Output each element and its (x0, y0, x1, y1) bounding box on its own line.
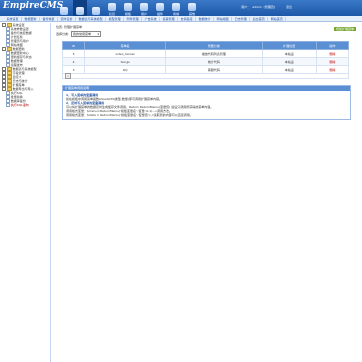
delete-link[interactable]: 删除 (315, 49, 350, 58)
column-header: 操作 (315, 41, 350, 50)
subnav-link[interactable]: 网站首页 (268, 16, 287, 21)
table-cell: 本站设 (261, 57, 317, 66)
shop-icon (172, 3, 180, 11)
column-header: 所属分类 (165, 41, 263, 50)
template-nav-button[interactable]: 模板 (121, 0, 135, 16)
table-cell: 5 (61, 49, 86, 58)
logo[interactable]: EmpireCMS (3, 1, 63, 11)
column-header: 扩展位置 (261, 41, 317, 50)
subnav-link[interactable]: 投票管理 (160, 16, 179, 21)
sidebar-tree: 系统设置 系统参数设置 备份与恢复数据 计划任务 管理员与用户 网站地图 数据更新 数据更新中… (0, 23, 51, 362)
table-cell: 播放代码列表管理 (165, 49, 263, 58)
table-cell: video_Server (84, 49, 167, 58)
table-cell: Songs (84, 57, 167, 66)
filter-label: 选择分类: (56, 31, 70, 36)
column-header: ID (61, 41, 86, 50)
info-icon (92, 7, 100, 15)
menu-table: ID 菜单名 所属分类 扩展位置 操作 5 video_Server 播放代码列表管理 本站设… (61, 41, 350, 74)
column-nav-button[interactable]: 栏目 (105, 0, 119, 16)
subnav-link[interactable]: 友情链接 (178, 16, 197, 21)
subnav-link[interactable]: 网站地图 (214, 16, 233, 21)
subnav-link[interactable]: 数据表与系统模型 (76, 16, 107, 21)
table-cell: 统计代码 (165, 57, 263, 66)
subnav-link[interactable]: 系统设置 (4, 16, 23, 21)
chevron-down-icon: ▾ (97, 31, 100, 36)
subnav-link[interactable]: 广告系统 (142, 16, 161, 21)
user-nav-button[interactable]: 用户 (137, 0, 151, 16)
filter-bar: 选择分类: 我的常用菜单 ▾ (56, 30, 356, 37)
table-row: 4 Songs 统计代码 本站设 删除 (61, 57, 350, 66)
subnav-link[interactable]: 模型管理 (106, 16, 125, 21)
category-select[interactable]: 我的常用菜单 ▾ (71, 30, 102, 37)
plugin-nav-button[interactable]: 插件 (153, 0, 167, 16)
system-icon (76, 7, 84, 15)
page-button[interactable]: » (65, 73, 71, 79)
sidebar-item-label: 执行SQL语句 (10, 103, 29, 107)
notice-body: 1、写入菜单的变量调用 如在模板中调用菜单函数showGCM(类型,数量)即可调用… (63, 91, 350, 119)
add-menu-button[interactable]: 增加扩展菜单 (333, 27, 356, 31)
usage-notice: 扩展菜单调用说明 1、写入菜单的变量调用 如在模板中调用菜单函数showGCM(类… (62, 85, 351, 120)
table-row: 5 video_Server 播放代码列表管理 本站设 删除 (61, 49, 350, 58)
table-footer: » (62, 73, 349, 79)
table-cell: 本站设 (261, 49, 317, 58)
plugin-icon (156, 3, 164, 11)
other-icon (188, 3, 196, 11)
delete-link[interactable]: 删除 (315, 57, 350, 66)
logout-link[interactable]: 退出 (286, 5, 292, 9)
info-nav-button[interactable] (89, 0, 103, 16)
subnav-link[interactable]: 数据更新 (22, 16, 41, 21)
document-icon (6, 102, 10, 108)
shop-nav-button[interactable]: 商城 (169, 0, 183, 16)
subnav-link[interactable]: 后台首页 (250, 16, 269, 21)
table-cell: 4 (61, 57, 86, 66)
top-icon-bar: 栏目 模板 用户 插件 商城 其他 (57, 0, 199, 16)
table-cell: 本站设 (261, 65, 317, 74)
subnav-link[interactable]: 日志管理 (232, 16, 251, 21)
subnav-link[interactable]: 备份恢复 (40, 16, 59, 21)
user-info: 用户： admin [管理员] (241, 5, 275, 9)
username: admin (252, 5, 262, 9)
column-header: 菜单名 (84, 41, 167, 50)
table-cell: 客服代码 (165, 65, 263, 74)
home-nav-button[interactable] (57, 0, 71, 16)
table-cell: QQ (84, 65, 167, 74)
delete-link[interactable]: 删除 (315, 65, 350, 74)
sub-navigation: 系统设置 数据更新 备份恢复 定时任务 数据表与系统模型 模型管理 附件管理 广告系统 投票管理… (0, 16, 362, 22)
other-nav-button[interactable]: 其他 (185, 0, 199, 16)
column-icon (108, 3, 116, 11)
subnav-link[interactable]: 数据统计 (196, 16, 215, 21)
template-icon (124, 3, 132, 11)
top-header: EmpireCMS 栏目 模板 用户 插件 商城 其他 用户： admin [管理员] 退出 (0, 0, 362, 16)
subnav-link[interactable]: 定时任务 (58, 16, 77, 21)
sidebar-item[interactable]: 执行SQL语句 (0, 102, 50, 108)
home-icon (60, 7, 68, 15)
subnav-link[interactable]: 附件管理 (124, 16, 143, 21)
notice-line: 调用格式变量：$data = ReturnMeniu('模板变量名','变量值'… (66, 113, 193, 117)
user-icon (140, 3, 148, 11)
main-content: 位置: 管理扩展菜单 增加扩展菜单 选择分类: 我的常用菜单 ▾ ID 菜单名 所属分… (56, 25, 356, 120)
table-row: 3 QQ 客服代码 本站设 删除 (61, 65, 350, 74)
system-nav-button[interactable] (73, 0, 87, 16)
